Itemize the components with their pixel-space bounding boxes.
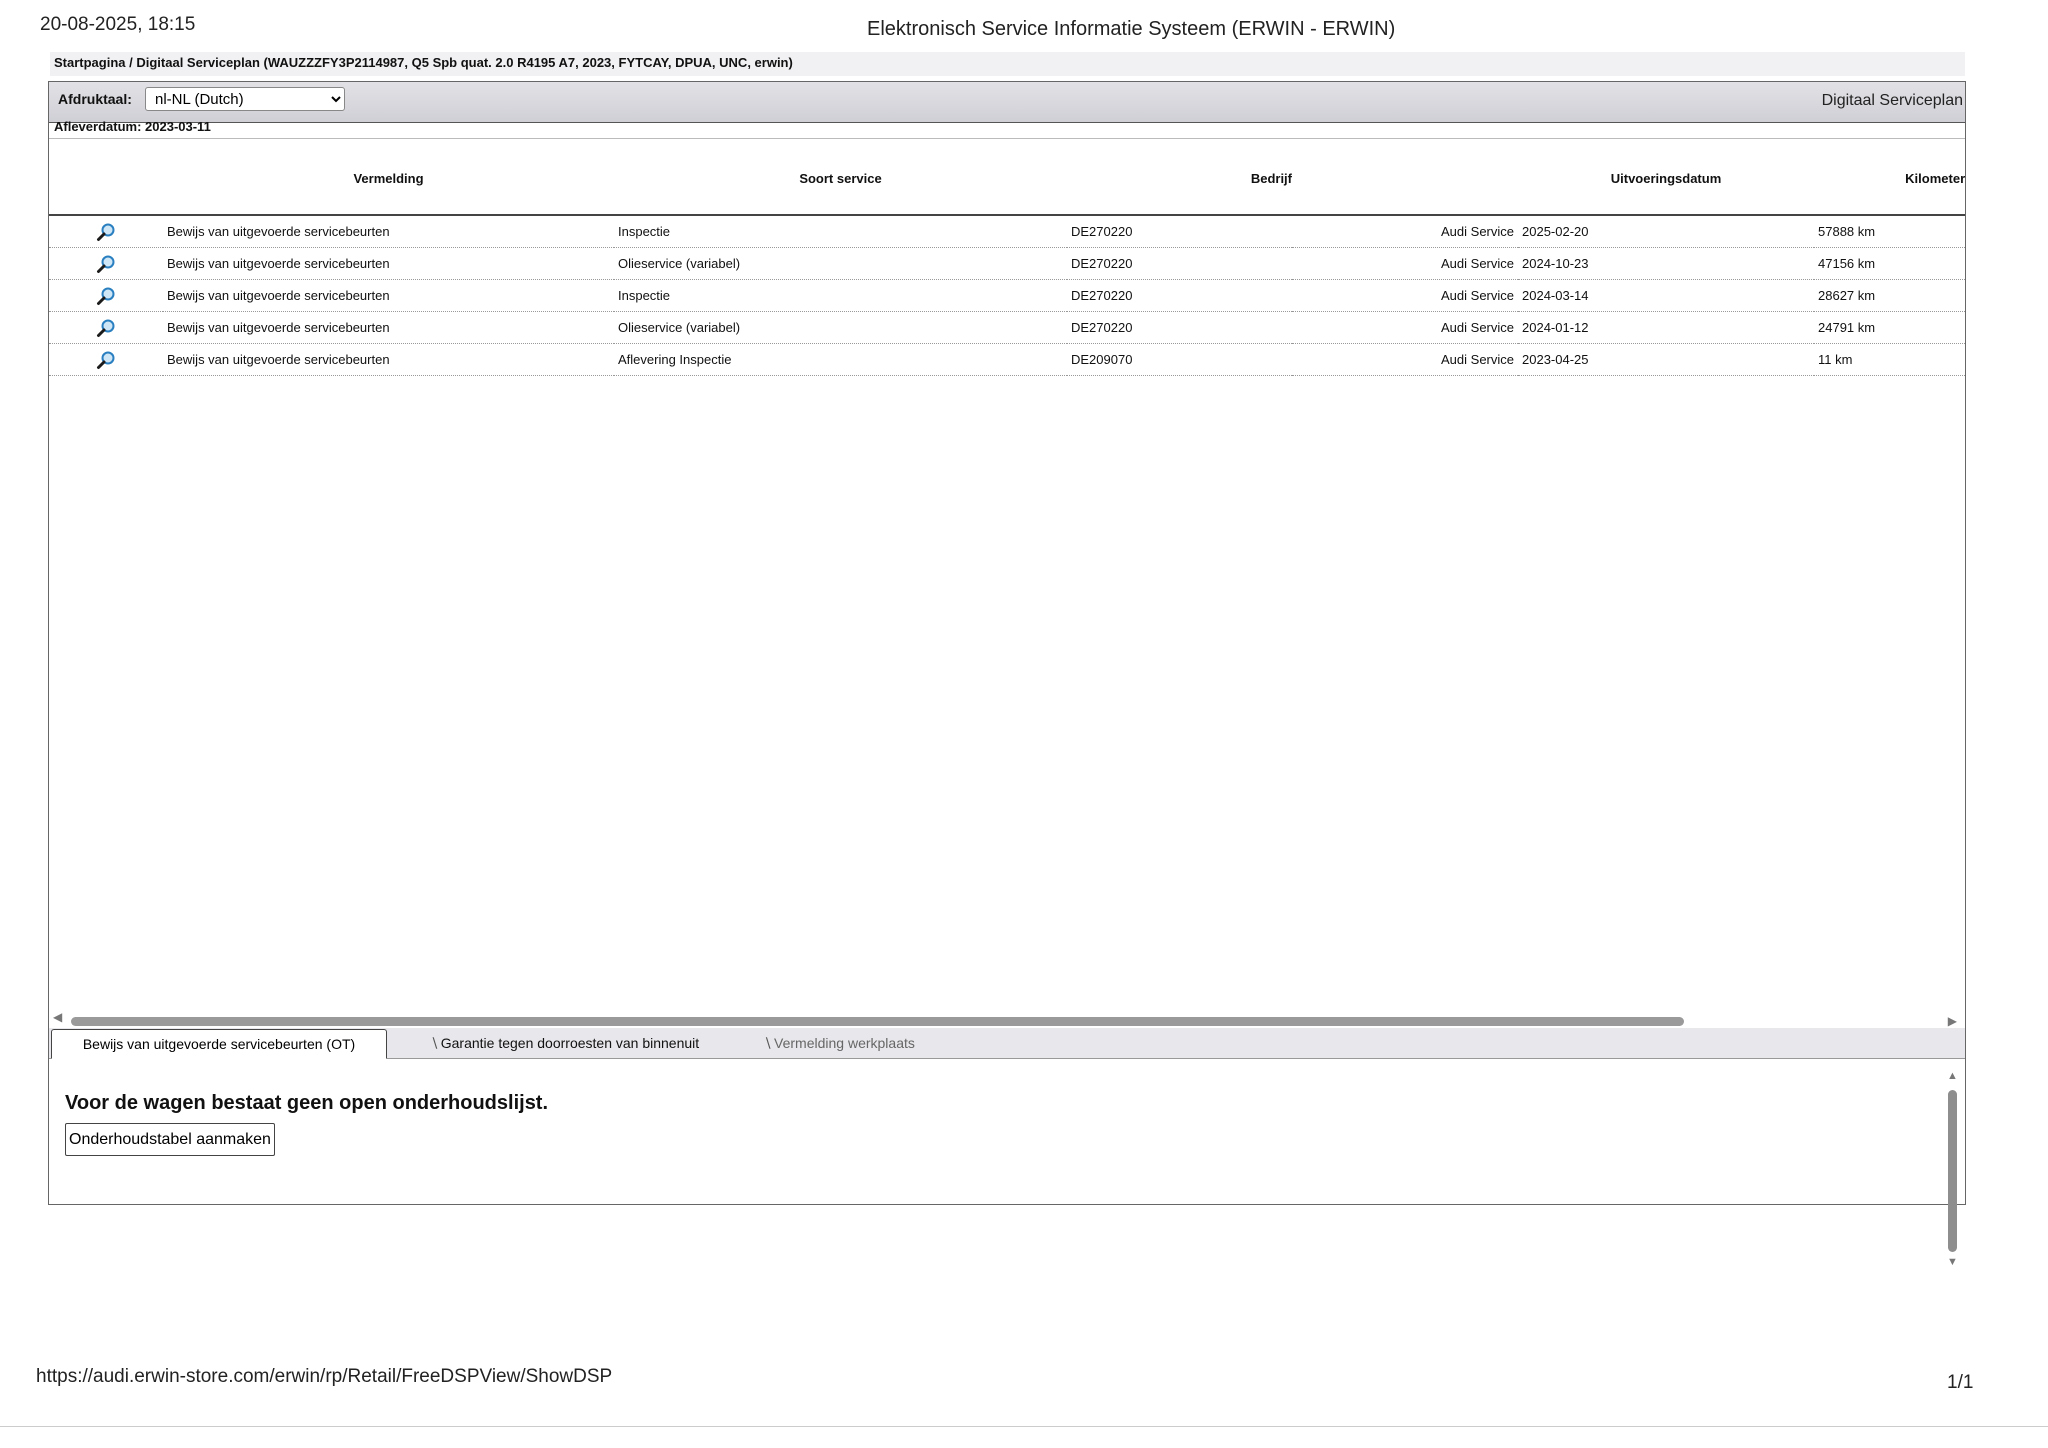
maintenance-pane: Voor de wagen bestaat geen open onderhou…	[49, 1060, 1965, 1268]
table-cell-view	[49, 311, 163, 344]
service-history-table: Vermelding Soort service Bedrijf Uitvoer…	[49, 142, 1965, 376]
print-language-label: Afdruktaal:	[58, 91, 132, 107]
tab-separator-icon: ∖	[763, 1035, 773, 1051]
table-row[interactable]: Bewijs van uitgevoerde servicebeurten Oli…	[49, 311, 1965, 344]
table-cell-service-type: Olieservice (variabel)	[614, 311, 1067, 344]
service-plan-frame: Afdruktaal: nl-NL (Dutch) Digitaal Servi…	[48, 81, 1966, 1268]
table-cell-company: Audi Service	[1292, 311, 1518, 344]
table-body: Bewijs van uitgevoerde servicebeurten Ins…	[49, 215, 1965, 376]
table-cell-date: 2024-10-23	[1518, 247, 1814, 280]
column-header-date[interactable]: Uitvoeringsdatum	[1518, 142, 1814, 216]
magnifier-icon[interactable]	[96, 255, 116, 273]
tab-label: Bewijs van uitgevoerde servicebeurten (O…	[82, 1036, 356, 1052]
horizontal-scrollbar[interactable]: ◀ ▶	[49, 1010, 1965, 1028]
service-history-grid: Vermelding Soort service Bedrijf Uitvoer…	[49, 142, 1965, 1008]
table-header-row: Vermelding Soort service Bedrijf Uitvoer…	[49, 142, 1965, 216]
tab-label: Garantie tegen doorroesten van binnenuit	[440, 1035, 700, 1051]
table-cell-date: 2023-04-25	[1518, 343, 1814, 376]
table-cell-dealer-code: DE270220	[1067, 215, 1292, 248]
table-row[interactable]: Bewijs van uitgevoerde servicebeurten Afl…	[49, 343, 1965, 376]
print-footer-url: https://audi.erwin-store.com/erwin/rp/Re…	[36, 1366, 613, 1387]
divider	[0, 1426, 2048, 1427]
table-cell-company: Audi Service	[1292, 215, 1518, 248]
delivery-date: Afleverdatum: 2023-03-11	[54, 119, 211, 134]
table-cell-service-type: Inspectie	[614, 215, 1067, 248]
scroll-up-icon[interactable]: ▲	[1947, 1070, 1958, 1082]
table-cell-entry: Bewijs van uitgevoerde servicebeurten	[163, 279, 614, 312]
table-cell-dealer-code: DE270220	[1067, 279, 1292, 312]
column-header-view	[49, 142, 163, 216]
tab-label: Vermelding werkplaats	[774, 1035, 915, 1051]
table-cell-company: Audi Service	[1292, 247, 1518, 280]
table-cell-dealer-code: DE209070	[1067, 343, 1292, 376]
vertical-scrollbar[interactable]: ▲ ▼	[1941, 1070, 1965, 1270]
table-cell-date: 2024-01-12	[1518, 311, 1814, 344]
tab-service-proof[interactable]: Bewijs van uitgevoerde servicebeurten (O…	[51, 1029, 387, 1059]
scroll-left-icon[interactable]: ◀	[53, 1010, 62, 1024]
table-cell-date: 2025-02-20	[1518, 215, 1814, 248]
magnifier-icon[interactable]	[96, 287, 116, 305]
table-cell-dealer-code: DE270220	[1067, 247, 1292, 280]
vertical-scroll-thumb[interactable]	[1948, 1090, 1957, 1252]
table-cell-view	[49, 247, 163, 280]
horizontal-scroll-thumb[interactable]	[71, 1017, 1684, 1026]
table-cell-mileage: 28627 km	[1814, 279, 1965, 312]
magnifier-icon[interactable]	[96, 223, 116, 241]
table-cell-date: 2024-03-14	[1518, 279, 1814, 312]
column-header-company-name	[1292, 142, 1518, 216]
print-language-select[interactable]: nl-NL (Dutch)	[145, 87, 345, 111]
table-cell-mileage: 57888 km	[1814, 215, 1965, 248]
table-cell-view	[49, 215, 163, 248]
table-cell-service-type: Aflevering Inspectie	[614, 343, 1067, 376]
table-cell-mileage: 24791 km	[1814, 311, 1965, 344]
print-datetime: 20-08-2025, 18:15	[40, 14, 196, 35]
magnifier-icon[interactable]	[96, 351, 116, 369]
column-header-service-type[interactable]: Soort service	[614, 142, 1067, 216]
table-cell-service-type: Inspectie	[614, 279, 1067, 312]
table-cell-entry: Bewijs van uitgevoerde servicebeurten	[163, 247, 614, 280]
create-maintenance-table-button[interactable]: Onderhoudstabel aanmaken	[65, 1123, 275, 1156]
column-header-company[interactable]: Bedrijf	[1067, 142, 1292, 216]
table-cell-service-type: Olieservice (variabel)	[614, 247, 1067, 280]
table-cell-view	[49, 343, 163, 376]
table-cell-entry: Bewijs van uitgevoerde servicebeurten	[163, 343, 614, 376]
column-header-mileage[interactable]: Kilometerstand	[1814, 142, 1965, 216]
table-row[interactable]: Bewijs van uitgevoerde servicebeurten Oli…	[49, 247, 1965, 280]
table-cell-entry: Bewijs van uitgevoerde servicebeurten	[163, 215, 614, 248]
scroll-down-icon[interactable]: ▼	[1947, 1256, 1958, 1268]
view-title: Digitaal Serviceplan	[1821, 92, 1963, 109]
divider	[49, 138, 1965, 139]
tab-strip: Bewijs van uitgevoerde servicebeurten (O…	[49, 1028, 1965, 1059]
tab-rust-warranty[interactable]: ∖ Garantie tegen doorroesten van binnenui…	[391, 1029, 738, 1057]
table-cell-view	[49, 279, 163, 312]
print-page-number: 1/1	[1947, 1372, 1974, 1393]
table-row[interactable]: Bewijs van uitgevoerde servicebeurten Ins…	[49, 279, 1965, 312]
tab-workshop-note[interactable]: ∖ Vermelding werkplaats	[744, 1029, 934, 1057]
table-cell-dealer-code: DE270220	[1067, 311, 1292, 344]
no-maintenance-list-message: Voor de wagen bestaat geen open onderhou…	[65, 1092, 549, 1114]
table-cell-mileage: 47156 km	[1814, 247, 1965, 280]
magnifier-icon[interactable]	[96, 319, 116, 337]
table-cell-entry: Bewijs van uitgevoerde servicebeurten	[163, 311, 614, 344]
print-page-title: Elektronisch Service Informatie Systeem …	[867, 18, 1396, 40]
table-row[interactable]: Bewijs van uitgevoerde servicebeurten Ins…	[49, 215, 1965, 248]
column-header-entry[interactable]: Vermelding	[163, 142, 614, 216]
breadcrumb[interactable]: Startpagina / Digitaal Serviceplan (WAUZ…	[50, 52, 1965, 76]
scroll-right-icon[interactable]: ▶	[1948, 1014, 1957, 1028]
tab-separator-icon: ∖	[429, 1035, 439, 1051]
table-cell-company: Audi Service	[1292, 343, 1518, 376]
table-cell-mileage: 11 km	[1814, 343, 1965, 376]
toolbar: Afdruktaal: nl-NL (Dutch) Digitaal Servi…	[49, 82, 1965, 123]
table-cell-company: Audi Service	[1292, 279, 1518, 312]
